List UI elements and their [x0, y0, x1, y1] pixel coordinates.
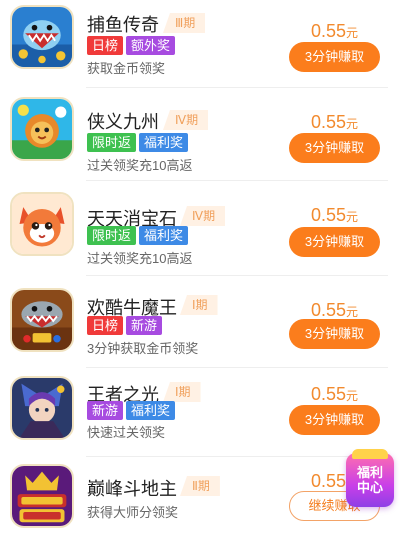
- poker-game-icon[interactable]: [10, 464, 74, 528]
- price-value: 0.55: [311, 471, 347, 491]
- price-value: 0.55: [311, 21, 347, 41]
- divider: [86, 367, 388, 368]
- list-item[interactable]: 王者之光 Ⅰ期 新游 福利奖 快速过关领奖 0.55元 3分钟赚取: [0, 372, 400, 452]
- list-item[interactable]: 欢酷牛魔王 Ⅰ期 日榜 新游 3分钟获取金币领奖 0.55元 3分钟赚取: [0, 282, 400, 362]
- earn-button[interactable]: 3分钟赚取: [289, 405, 380, 435]
- price-value: 0.55: [311, 205, 347, 225]
- period-badge: Ⅳ期: [180, 206, 226, 226]
- reward-price: 0.55元: [311, 112, 358, 133]
- period-badge: Ⅳ期: [163, 110, 209, 130]
- shark-arcade-game-icon[interactable]: [10, 288, 74, 352]
- price-unit: 元: [346, 305, 359, 319]
- reward-price: 0.55元: [311, 205, 358, 226]
- reward-price: 0.55元: [311, 384, 358, 405]
- list-item[interactable]: 侠义九州 Ⅳ期 限时返 福利奖 过关领奖充10高返 0.55元 3分钟赚取: [0, 94, 400, 174]
- tag-group: 限时返 福利奖: [87, 133, 189, 152]
- tag-group: 新游 福利奖: [87, 401, 176, 420]
- tag-daily-rank: 日榜: [87, 316, 124, 335]
- price-value: 0.55: [311, 300, 347, 320]
- price-unit: 元: [346, 210, 359, 224]
- price-unit: 元: [346, 389, 359, 403]
- game-title: 侠义九州: [87, 112, 159, 132]
- task-description: 过关领奖充10高返: [87, 158, 193, 173]
- divider: [86, 87, 388, 88]
- warrior-game-icon[interactable]: [10, 376, 74, 440]
- tag-limited-rebate: 限时返: [87, 226, 137, 245]
- earn-button[interactable]: 3分钟赚取: [289, 227, 380, 257]
- game-title: 捕鱼传奇: [87, 15, 159, 35]
- gift-center-icon[interactable]: 福利 中心: [346, 449, 394, 507]
- float-badge-line1: 福利: [356, 465, 383, 480]
- task-description: 获得大师分领奖: [87, 505, 179, 520]
- list-item[interactable]: 捕鱼传奇 Ⅲ期 日榜 额外奖 获取金币领奖 0.55元 3分钟赚取: [0, 4, 400, 84]
- tag-extra-reward: 额外奖: [126, 36, 176, 55]
- earn-button[interactable]: 3分钟赚取: [289, 319, 380, 349]
- divider: [86, 456, 388, 457]
- float-badge-line2: 中心: [356, 480, 383, 495]
- tag-welfare-reward: 福利奖: [126, 401, 176, 420]
- list-item[interactable]: 天天消宝石 Ⅳ期 限时返 福利奖 过关领奖充10高返 0.55元 3分钟赚取: [0, 186, 400, 266]
- price-value: 0.55: [311, 112, 347, 132]
- price-unit: 元: [346, 26, 359, 40]
- tag-group: 限时返 福利奖: [87, 226, 189, 245]
- divider: [86, 180, 388, 181]
- list-item[interactable]: 巅峰斗地主 Ⅱ期 获得大师分领奖 0.55元 继续赚取: [0, 461, 400, 541]
- tag-welfare-reward: 福利奖: [139, 133, 189, 152]
- tag-limited-rebate: 限时返: [87, 133, 137, 152]
- task-description: 过关领奖充10高返: [87, 251, 193, 266]
- tag-new-game: 新游: [87, 401, 124, 420]
- period-badge: Ⅰ期: [180, 295, 218, 315]
- task-description: 快速过关领奖: [87, 425, 166, 440]
- price-unit: 元: [346, 117, 359, 131]
- earn-button[interactable]: 3分钟赚取: [289, 42, 380, 72]
- fox-gem-game-icon[interactable]: [10, 192, 74, 256]
- tag-welfare-reward: 福利奖: [139, 226, 189, 245]
- task-description: 获取金币领奖: [87, 61, 166, 76]
- fishing-game-icon[interactable]: [10, 5, 74, 69]
- divider: [86, 275, 388, 276]
- period-badge: Ⅱ期: [180, 476, 220, 496]
- earn-button[interactable]: 3分钟赚取: [289, 133, 380, 163]
- float-badge-label: 福利 中心: [346, 465, 394, 495]
- task-description: 3分钟获取金币领奖: [87, 341, 199, 356]
- tag-group: 日榜 额外奖: [87, 36, 176, 55]
- gift-ribbon: [352, 449, 388, 459]
- reward-price: 0.55元: [311, 300, 358, 321]
- tag-daily-rank: 日榜: [87, 36, 124, 55]
- period-badge: Ⅲ期: [163, 13, 206, 33]
- reward-price: 0.55元: [311, 21, 358, 42]
- game-title: 巅峰斗地主: [87, 479, 177, 499]
- period-badge: Ⅰ期: [163, 382, 201, 402]
- bottom-fade: [0, 531, 400, 545]
- tag-new-game: 新游: [126, 316, 163, 335]
- lion-hero-game-icon[interactable]: [10, 97, 74, 161]
- tag-group: 日榜 新游: [87, 316, 163, 335]
- price-value: 0.55: [311, 384, 347, 404]
